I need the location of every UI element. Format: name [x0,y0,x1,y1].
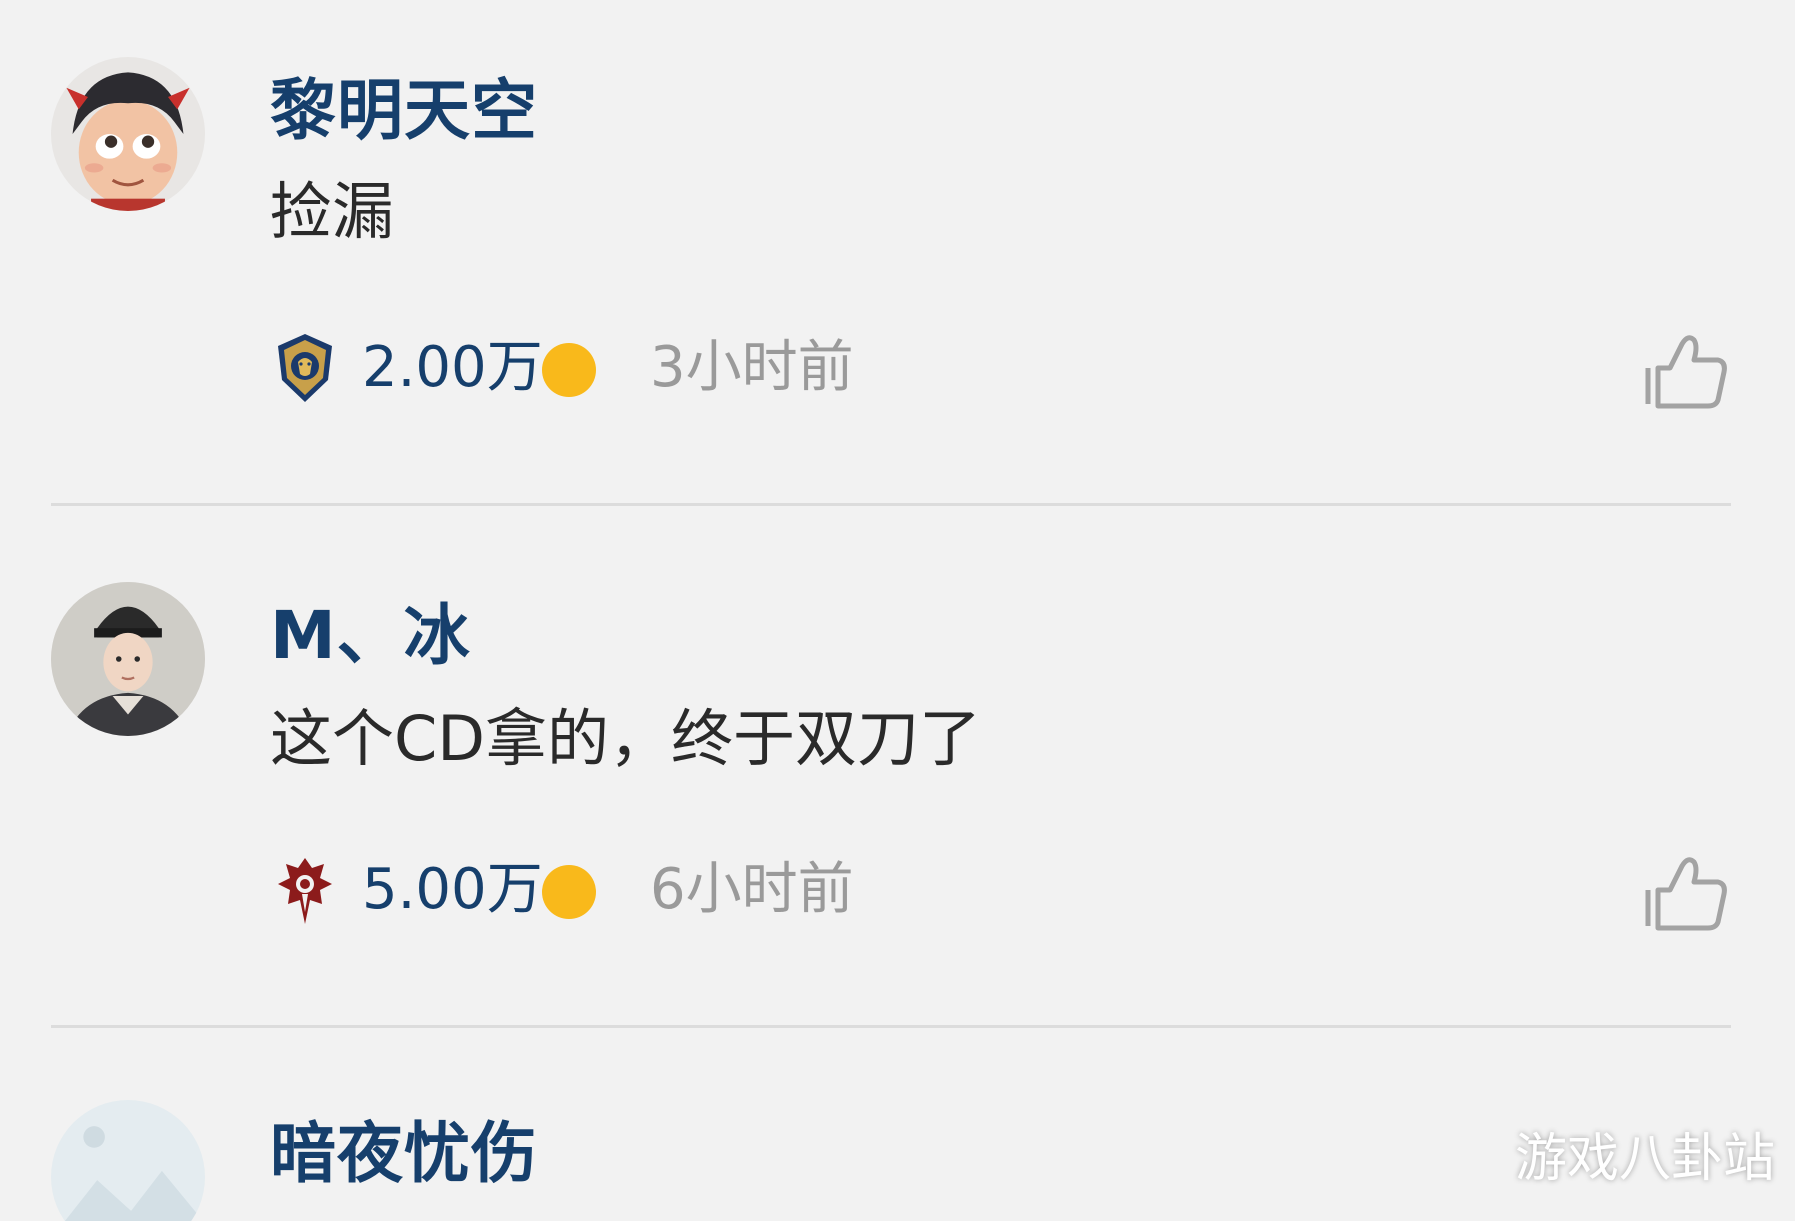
coin-amount: 2.00万 [362,335,543,400]
user-avatar[interactable] [51,57,205,211]
thumbs-up-icon[interactable] [1644,852,1728,932]
gold-coin-icon [542,865,596,919]
username[interactable]: M、冰 [270,603,471,669]
gold-coin-icon [542,343,596,397]
comment-feed: 黎明天空 捡漏 2.00万 3小时前 M、冰 这个CD拿的，终于双刀了 5.00… [0,0,1795,1221]
comment-item: M、冰 这个CD拿的，终于双刀了 5.00万 6小时前 [0,522,1795,1027]
comment-text: 捡漏 [270,175,395,248]
divider [51,1025,1731,1028]
alliance-icon [274,332,336,404]
thumbs-up-icon[interactable] [1644,330,1728,410]
user-avatar[interactable] [51,582,205,736]
coin-amount: 5.00万 [362,857,543,922]
username[interactable]: 暗夜忧伤 [270,1121,538,1187]
comment-item: 黎明天空 捡漏 2.00万 3小时前 [0,0,1795,505]
timestamp: 3小时前 [650,335,854,400]
timestamp: 6小时前 [650,857,854,922]
username[interactable]: 黎明天空 [270,78,538,144]
comment-text: 这个CD拿的，终于双刀了 [270,702,982,775]
divider [51,503,1731,506]
horde-icon [274,854,336,926]
watermark: 游戏八卦站 [1515,1129,1776,1189]
user-avatar[interactable] [51,1100,205,1221]
